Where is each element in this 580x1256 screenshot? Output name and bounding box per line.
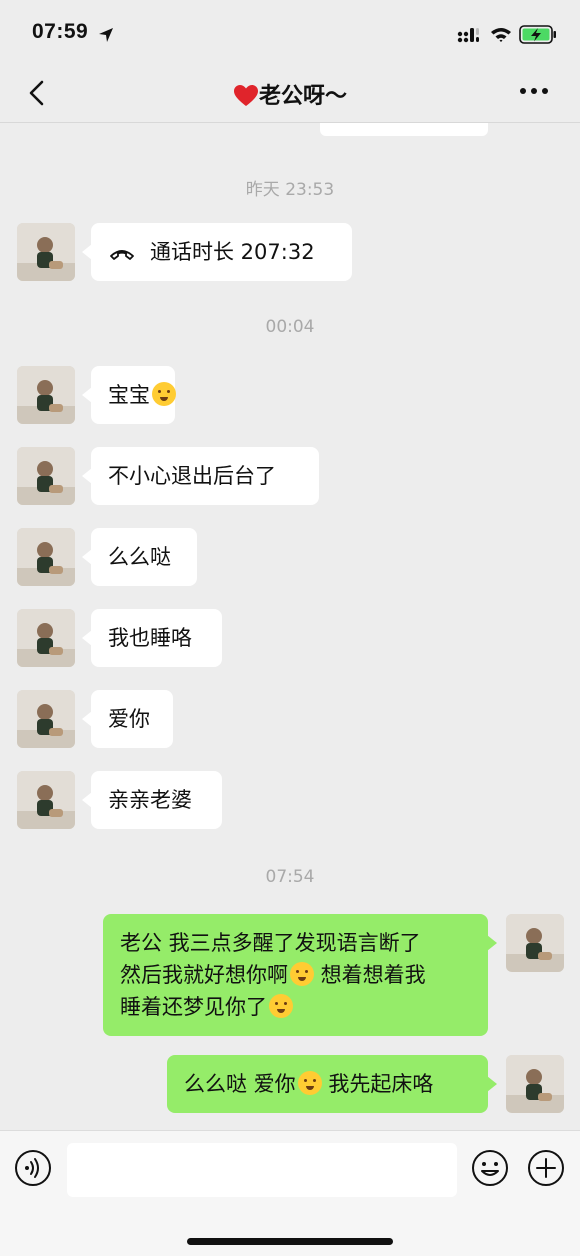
avatar-contact[interactable] (17, 528, 75, 586)
avatar-contact[interactable] (17, 447, 75, 505)
plus-icon[interactable] (527, 1149, 565, 1187)
timestamp: 00:04 (265, 317, 315, 337)
crying-laughing-emoji-icon (269, 994, 293, 1018)
message-text: 老公 我三点多醒了发现语言断了 (120, 931, 421, 955)
message-text: 么么哒 (108, 545, 171, 569)
crying-face-emoji-icon (152, 382, 176, 406)
chat-title-text: 老公呀～ (258, 84, 347, 109)
wifi-icon (491, 28, 511, 42)
status-bar: 07:59 (0, 0, 580, 64)
message-text: 想着想着我 (314, 963, 426, 987)
message-text: 然后我就好想你啊 (120, 963, 288, 987)
message-text: 睡着还梦见你了 (120, 995, 267, 1019)
message-bubble[interactable]: 亲亲老婆 (82, 771, 222, 829)
avatar-contact[interactable] (17, 771, 75, 829)
avatar-image (17, 771, 75, 829)
avatar-image (506, 914, 564, 972)
avatar-image (17, 366, 75, 424)
message-bubble[interactable]: 么么哒 (82, 528, 197, 586)
battery-charging-icon (519, 25, 556, 44)
more-options-icon[interactable] (519, 86, 549, 96)
input-bar (0, 1130, 580, 1256)
previous-message-bubble (320, 123, 488, 136)
message-bubble-outgoing[interactable]: 么么哒 爱你 我先起床咯 (167, 1055, 497, 1113)
phone-call-icon (110, 250, 134, 260)
call-duration-text: 通话时长 207:32 (150, 240, 315, 264)
location-arrow-icon (99, 28, 113, 42)
avatar-image (17, 447, 75, 505)
message-text: 我也睡咯 (108, 626, 192, 650)
timestamp: 昨天 23:53 (245, 180, 335, 200)
message-bubble[interactable]: 爱你 (82, 690, 173, 748)
kissing-face-emoji-icon (297, 1071, 322, 1095)
emoji-smiley-icon[interactable] (471, 1149, 509, 1187)
message-input[interactable] (67, 1143, 457, 1197)
message-text: 我先起床咯 (321, 1072, 434, 1096)
timestamp: 07:54 (265, 867, 315, 887)
avatar-self[interactable] (506, 1055, 564, 1113)
message-list[interactable]: 昨天 23:53 通话时长 207:32 00:04 宝宝 不小心退出后台了 么… (0, 123, 580, 1130)
voice-input-icon[interactable] (14, 1149, 52, 1187)
message-text: 亲亲老婆 (108, 788, 192, 812)
avatar-image (17, 528, 75, 586)
red-heart-icon (233, 85, 258, 106)
message-text: 爱你 (108, 707, 150, 731)
avatar-image (17, 223, 75, 281)
status-time: 07:59 (32, 20, 89, 43)
avatar-image (17, 609, 75, 667)
chat-title: 老公呀～ (0, 78, 580, 110)
message-bubble-call[interactable]: 通话时长 207:32 (82, 223, 352, 281)
avatar-image (17, 690, 75, 748)
avatar-self[interactable] (506, 914, 564, 972)
avatar-contact[interactable] (17, 223, 75, 281)
message-bubble[interactable]: 不小心退出后台了 (82, 447, 319, 505)
avatar-contact[interactable] (17, 609, 75, 667)
message-bubble[interactable]: 我也睡咯 (82, 609, 222, 667)
message-bubble[interactable]: 宝宝 (82, 366, 176, 424)
chat-header: 老公呀～ (0, 64, 580, 123)
message-bubble-outgoing[interactable]: 老公 我三点多醒了发现语言断了 然后我就好想你啊 想着想着我 睡着还梦见你了 (103, 914, 497, 1036)
message-text: 不小心退出后台了 (108, 464, 276, 488)
avatar-image (506, 1055, 564, 1113)
avatar-contact[interactable] (17, 366, 75, 424)
home-indicator (187, 1238, 393, 1245)
avatar-contact[interactable] (17, 690, 75, 748)
signal-icon (457, 28, 479, 43)
message-text: 么么哒 爱你 (184, 1072, 296, 1096)
message-text: 宝宝 (108, 383, 150, 407)
hugging-face-emoji-icon (290, 962, 314, 986)
